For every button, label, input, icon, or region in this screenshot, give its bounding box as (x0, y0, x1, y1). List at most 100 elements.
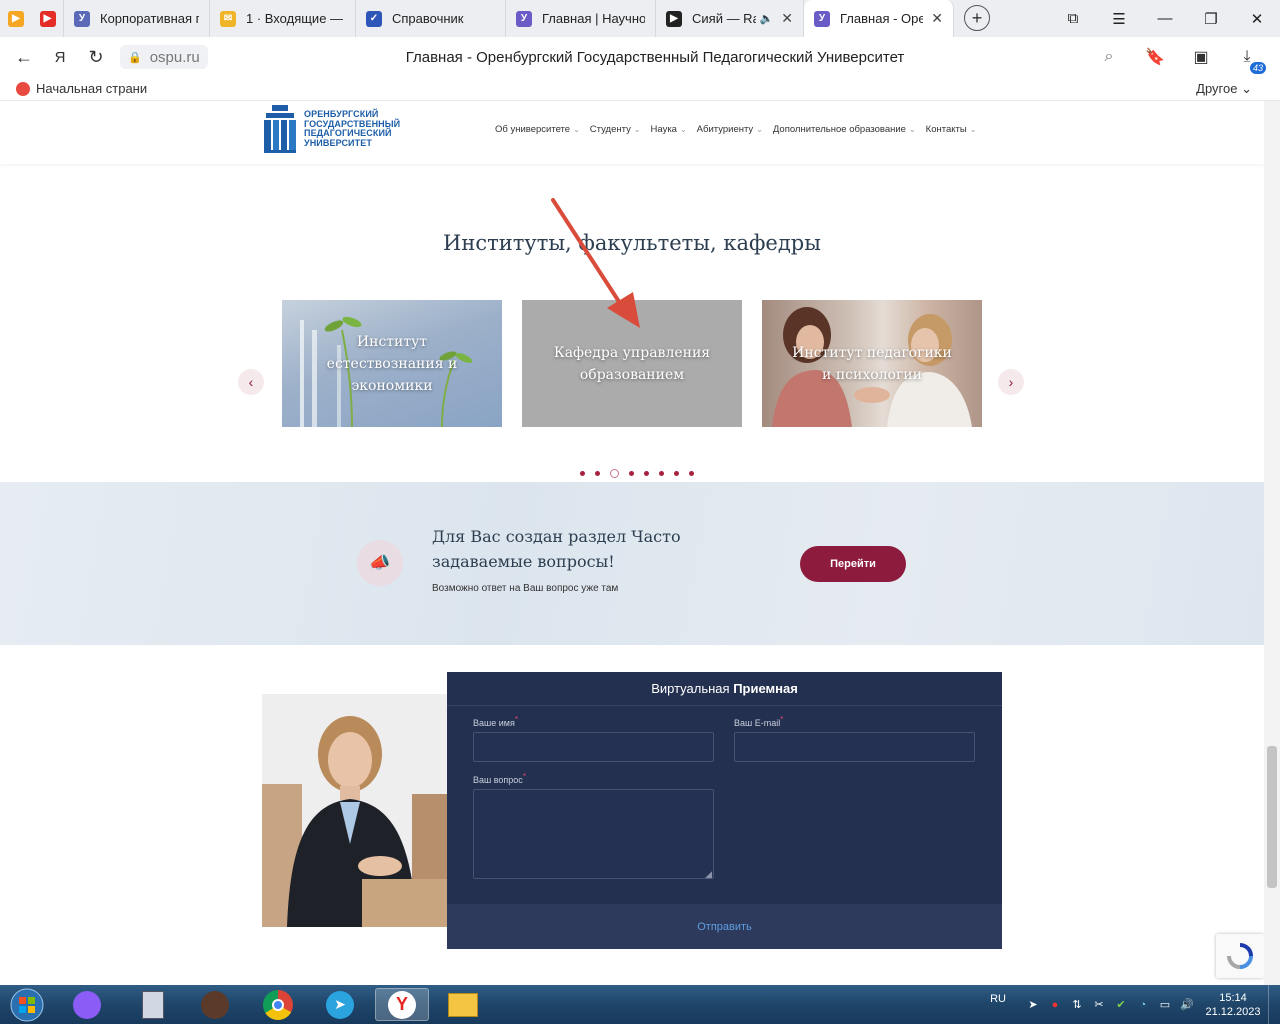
carousel-dot[interactable] (580, 471, 585, 476)
carousel-dot[interactable] (595, 471, 600, 476)
language-indicator[interactable]: RU (990, 993, 1006, 1005)
show-desktop-button[interactable] (1268, 985, 1280, 1024)
start-button[interactable] (2, 988, 52, 1021)
scrollbar-thumb[interactable] (1267, 746, 1277, 888)
network-tray-icon[interactable]: ⇅ (1066, 998, 1088, 1011)
email-label: Ваш E-mail* (734, 715, 783, 728)
menu-item-student[interactable]: Студенту ⌄ (590, 124, 641, 135)
back-icon[interactable]: ← (6, 39, 42, 75)
carousel-dot[interactable] (629, 471, 634, 476)
email-input[interactable] (734, 732, 975, 762)
tab-label: Справочник (392, 11, 464, 26)
tab-mail[interactable]: ✉ 1 · Входящие — Я (210, 0, 356, 37)
form-title: Виртуальная Приемная (447, 681, 1002, 696)
card-pedagogy-psychology-institute[interactable]: Институт педагогики и психологии (762, 300, 982, 427)
form-divider (447, 705, 1002, 706)
menu-item-about[interactable]: Об университете ⌄ (495, 124, 580, 135)
search-icon[interactable]: ⌕ (1086, 48, 1132, 66)
menu-label: Абитуриенту (696, 124, 754, 135)
carousel-dot[interactable] (644, 471, 649, 476)
shield-icon: ✓ (366, 10, 382, 27)
tab-corporate-portal[interactable]: У Корпоративная по (64, 0, 210, 37)
university-logo[interactable]: ОРЕНБУРГСКИЙ ГОСУДАРСТВЕННЫЙ ПЕДАГОГИЧЕС… (262, 103, 400, 155)
carousel-dot[interactable] (659, 471, 664, 476)
display-tray-icon[interactable]: ▭ (1154, 998, 1176, 1011)
new-tab-button[interactable]: + (964, 5, 990, 31)
play-icon: ▶ (666, 10, 682, 27)
name-label: Ваше имя* (473, 715, 518, 728)
chevron-down-icon: ⌄ (573, 125, 580, 134)
page-viewport: ОРЕНБУРГСКИЙ ГОСУДАРСТВЕННЫЙ ПЕДАГОГИЧЕС… (0, 101, 1264, 985)
faq-go-button[interactable]: Перейти (800, 546, 906, 582)
youtube-icon: ▶ (39, 10, 56, 27)
reload-icon[interactable]: ↻ (78, 39, 114, 75)
tab-science[interactable]: У Главная | Научно- (506, 0, 656, 37)
hamburger-menu-icon[interactable]: ☰ (1096, 0, 1142, 37)
university-icon: У (516, 10, 532, 27)
question-textarea[interactable]: ◢ (473, 789, 714, 879)
card-natural-science-institute[interactable]: Институт естествознания и экономики (282, 300, 502, 427)
close-tab-icon[interactable]: ✕ (781, 10, 793, 27)
question-label-text: Ваш вопрос (473, 775, 523, 785)
telegram-icon[interactable]: ➤ (313, 988, 367, 1021)
yandex-browser-icon[interactable]: Y (375, 988, 429, 1021)
minimize-icon[interactable]: — (1142, 0, 1188, 37)
game-app-icon[interactable] (188, 988, 242, 1021)
antivirus-tray-icon[interactable]: ✔ (1110, 998, 1132, 1011)
chrome-icon[interactable] (251, 988, 305, 1021)
close-window-icon[interactable]: ✕ (1234, 0, 1280, 37)
bookmark-icon[interactable]: 🔖 (1132, 47, 1178, 67)
volume-tray-icon[interactable]: 🔊 (1176, 998, 1198, 1011)
carousel-dot[interactable] (689, 471, 694, 476)
menu-item-science[interactable]: Наука ⌄ (651, 124, 687, 135)
tab-pinned-youtube[interactable]: ▶ (32, 0, 64, 37)
clock-date: 21.12.2023 (1205, 1005, 1261, 1018)
menu-item-extra-education[interactable]: Дополнительное образование ⌄ (773, 124, 916, 135)
logo-line: УНИВЕРСИТЕТ (304, 137, 372, 148)
download-icon[interactable]: ⤓ 43 (1224, 48, 1270, 74)
menu-item-applicant[interactable]: Абитуриенту ⌄ (697, 124, 763, 135)
tabs-menu-icon[interactable]: ⧉ (1050, 0, 1096, 37)
tools-tray-icon[interactable]: ✂ (1088, 998, 1110, 1011)
sync-tray-icon[interactable]: ◔ (1132, 999, 1154, 1011)
menu-item-contacts[interactable]: Контакты ⌄ (926, 124, 977, 135)
recording-tray-icon[interactable]: ● (1044, 999, 1066, 1011)
form-title-bold: Приемная (733, 681, 798, 696)
name-input[interactable] (473, 732, 714, 762)
resize-handle-icon[interactable]: ◢ (705, 869, 712, 880)
ospu-logo-icon (264, 105, 296, 153)
tab-active-main[interactable]: У Главная - Орен ✕ (804, 0, 954, 37)
url-field[interactable]: 🔒 ospu.ru (120, 45, 208, 69)
lock-icon[interactable]: 🔒 (128, 51, 142, 64)
menu-label: Наука (650, 124, 677, 135)
menu-label: Контакты (925, 124, 967, 135)
page-scrollbar[interactable] (1264, 101, 1280, 985)
system-tray: RU ➤ ● ⇅ ✂ ✔ ◔ ▭ 🔊 15:14 21.12.2023 (990, 985, 1280, 1024)
restore-icon[interactable]: ❐ (1188, 0, 1234, 37)
virtual-reception-form: Виртуальная Приемная Ваше имя* Ваш E-mai… (447, 672, 1002, 949)
menu-label: Дополнительное образование (772, 124, 906, 135)
menu-label: Студенту (589, 124, 631, 135)
tab-pinned-music[interactable]: ▶ (0, 0, 32, 37)
tab-directory[interactable]: ✓ Справочник (356, 0, 506, 37)
bookmark-home[interactable]: Начальная страни (36, 81, 147, 96)
carousel-next-button[interactable]: › (998, 369, 1024, 395)
telegram-tray-icon[interactable]: ➤ (1022, 998, 1044, 1011)
tab-song[interactable]: ▶ Сияй — Ran 🔈 ✕ (656, 0, 804, 37)
speaker-icon[interactable]: 🔈 (760, 12, 774, 25)
alice-assistant-icon[interactable] (60, 988, 114, 1021)
carousel-prev-button[interactable]: ‹ (238, 369, 264, 395)
page-title: Главная - Оренбургский Государственный П… (405, 48, 905, 66)
file-explorer-icon[interactable] (436, 988, 490, 1021)
carousel-dot-active[interactable] (610, 469, 619, 478)
address-bar: ← Я ↻ 🔒 ospu.ru Главная - Оренбургский Г… (0, 37, 1280, 77)
yandex-icon[interactable]: Я (42, 39, 78, 75)
submit-button[interactable]: Отправить (697, 921, 752, 933)
carousel-dot[interactable] (674, 471, 679, 476)
bookmark-other-folder[interactable]: Другое ⌄ (1196, 81, 1252, 97)
recaptcha-badge[interactable] (1216, 934, 1264, 978)
close-tab-icon[interactable]: ✕ (931, 10, 943, 27)
clock[interactable]: 15:14 21.12.2023 (1198, 991, 1268, 1019)
calculator-icon[interactable] (126, 988, 180, 1021)
collections-icon[interactable]: ▣ (1178, 47, 1224, 67)
